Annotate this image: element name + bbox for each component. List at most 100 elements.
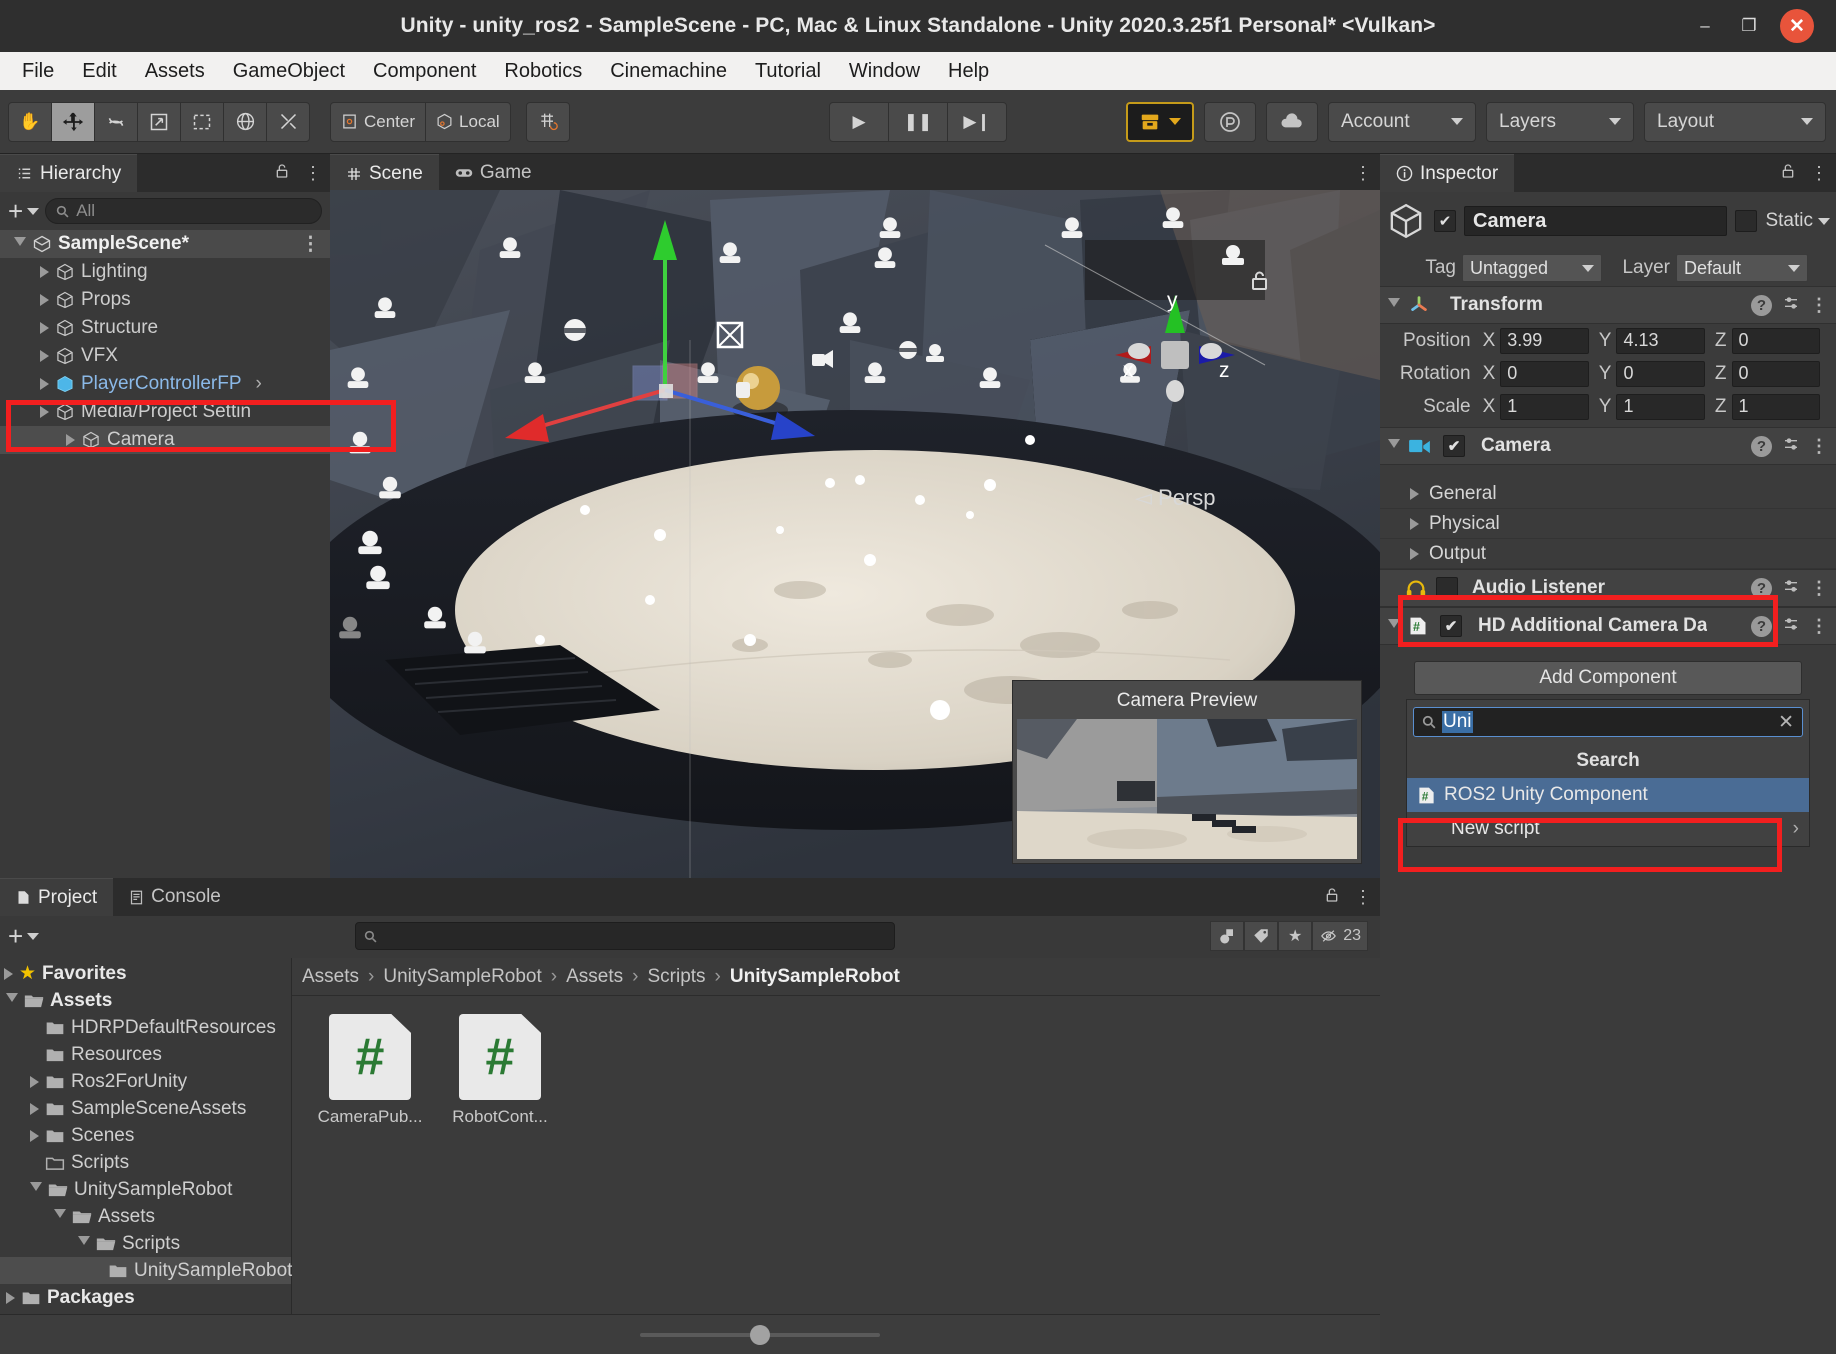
scale-tool-icon[interactable] <box>137 101 181 142</box>
audio-listener-menu-icon[interactable]: ⋮ <box>1810 578 1828 599</box>
scene-viewport[interactable]: x z y ◅ Persp Camera Preview <box>330 190 1380 878</box>
camera-section-general[interactable]: General <box>1380 479 1836 509</box>
services-button[interactable] <box>1204 101 1256 142</box>
layer-dropdown[interactable]: Default <box>1676 254 1808 282</box>
hierarchy-item-playercontrollerfp[interactable]: PlayerControllerFP › <box>0 370 330 398</box>
foldout-closed-icon[interactable] <box>30 1129 39 1142</box>
project-menu-icon[interactable]: ⋮ <box>1354 887 1372 908</box>
foldout-closed-icon[interactable] <box>40 322 49 334</box>
project-hidden-toggle[interactable]: 23 <box>1312 921 1368 951</box>
breadcrumb-item[interactable]: UnitySampleRobot <box>383 966 541 988</box>
hierarchy-search-input[interactable]: All <box>45 198 322 224</box>
foldout-open-icon[interactable] <box>6 993 18 1008</box>
hierarchy-item-vfx[interactable]: VFX <box>0 342 330 370</box>
rotate-tool-icon[interactable] <box>94 101 138 142</box>
tab-hierarchy[interactable]: Hierarchy <box>0 154 138 192</box>
project-folder-ros2forunity[interactable]: Ros2ForUnity <box>0 1068 291 1095</box>
layout-dropdown[interactable]: Layout <box>1644 101 1826 142</box>
favorites-row[interactable]: ★ Favorites <box>0 960 291 987</box>
preset-icon[interactable] <box>1782 578 1800 599</box>
breadcrumb-item[interactable]: Scripts <box>647 966 705 988</box>
camera-enabled-checkbox[interactable]: ✔ <box>1443 435 1465 457</box>
hd-camera-enabled-checkbox[interactable]: ✔ <box>1440 615 1462 637</box>
foldout-closed-icon[interactable] <box>40 378 49 390</box>
hierarchy-item-samplescene[interactable]: SampleScene* ⋮ <box>0 230 330 258</box>
menu-help[interactable]: Help <box>934 56 1003 87</box>
lock-icon[interactable] <box>274 162 290 185</box>
foldout-closed-icon[interactable] <box>6 1291 15 1304</box>
project-lock-icon[interactable] <box>1324 886 1340 909</box>
audio-listener-header[interactable]: Audio Listener ? ⋮ <box>1380 569 1836 607</box>
collab-button[interactable] <box>1126 101 1194 142</box>
hierarchy-item-props[interactable]: Props <box>0 286 330 314</box>
camera-menu-icon[interactable]: ⋮ <box>1810 436 1828 457</box>
preset-icon[interactable] <box>1782 295 1800 316</box>
zoom-slider-knob[interactable] <box>750 1324 770 1345</box>
help-icon[interactable]: ? <box>1751 615 1772 637</box>
chevron-right-icon[interactable]: › <box>256 373 262 395</box>
account-dropdown[interactable]: Account <box>1328 101 1476 142</box>
preset-icon[interactable] <box>1782 436 1800 457</box>
menu-robotics[interactable]: Robotics <box>490 56 596 87</box>
clear-search-icon[interactable]: ✕ <box>1778 711 1794 734</box>
camera-foldout-icon[interactable] <box>1388 438 1400 454</box>
hierarchy-item-lighting[interactable]: Lighting <box>0 258 330 286</box>
hierarchy-menu-icon[interactable]: ⋮ <box>304 163 322 184</box>
static-checkbox[interactable] <box>1735 210 1758 232</box>
help-icon[interactable]: ? <box>1751 577 1772 599</box>
foldout-closed-icon[interactable] <box>40 294 49 306</box>
play-button[interactable]: ▶ <box>829 101 889 142</box>
foldout-open-icon[interactable] <box>54 1209 66 1224</box>
menu-gameobject[interactable]: GameObject <box>219 56 359 87</box>
foldout-open-icon[interactable] <box>78 1236 90 1251</box>
add-component-button[interactable]: Add Component <box>1414 661 1802 695</box>
foldout-closed-icon[interactable] <box>40 266 49 278</box>
menu-file[interactable]: File <box>8 56 68 87</box>
favorite-filter-icon[interactable]: ★ <box>1278 921 1313 951</box>
camera-section-output[interactable]: Output <box>1380 539 1836 569</box>
project-folder-assets[interactable]: Assets <box>0 987 291 1014</box>
pause-button[interactable]: ❚❚ <box>888 101 948 142</box>
add-component-new-script[interactable]: New script › <box>1407 812 1809 846</box>
help-icon[interactable]: ? <box>1751 435 1772 457</box>
scale-y-field[interactable]: 1 <box>1616 393 1705 420</box>
project-folder-scenes[interactable]: Scenes <box>0 1122 291 1149</box>
foldout-closed-icon[interactable] <box>30 1102 39 1115</box>
tab-scene[interactable]: Scene <box>330 154 439 192</box>
zoom-slider[interactable] <box>640 1324 880 1345</box>
project-folder-samplesceneassets[interactable]: SampleSceneAssets <box>0 1095 291 1122</box>
project-search-input[interactable] <box>354 922 895 950</box>
help-icon[interactable]: ? <box>1751 294 1772 316</box>
layers-dropdown[interactable]: Layers <box>1486 101 1634 142</box>
minimize-button[interactable]: – <box>1692 13 1718 39</box>
menu-cinemachine[interactable]: Cinemachine <box>596 56 741 87</box>
hd-camera-data-header[interactable]: # ✔ HD Additional Camera Da ? ⋮ <box>1380 607 1836 645</box>
scale-z-field[interactable]: 1 <box>1731 393 1820 420</box>
transform-foldout-icon[interactable] <box>1388 297 1400 313</box>
tab-game[interactable]: Game <box>438 154 548 192</box>
foldout-closed-icon[interactable] <box>40 406 49 418</box>
scene-menu-icon[interactable]: ⋮ <box>1354 163 1372 184</box>
project-folder-assets[interactable]: Assets <box>0 1203 291 1230</box>
menu-window[interactable]: Window <box>835 56 934 87</box>
position-x-field[interactable]: 3.99 <box>1500 327 1589 354</box>
favorites-foldout-icon[interactable] <box>4 967 13 980</box>
project-folder-hdrpdefaultresources[interactable]: HDRPDefaultResources <box>0 1014 291 1041</box>
inspector-lock-icon[interactable] <box>1780 162 1796 185</box>
pivot-rotation-button[interactable]: Local <box>425 101 511 142</box>
rotation-x-field[interactable]: 0 <box>1500 360 1589 387</box>
grid-snap-icon[interactable] <box>525 101 570 142</box>
project-folder-unitysamplerobot[interactable]: UnitySampleRobot <box>0 1176 291 1203</box>
project-folder-packages[interactable]: Packages <box>0 1284 291 1311</box>
foldout-open-icon[interactable] <box>14 236 26 252</box>
object-name-field[interactable]: Camera <box>1464 206 1728 236</box>
project-add-button[interactable]: + <box>8 921 40 952</box>
foldout-closed-icon[interactable] <box>66 434 75 446</box>
transform-component-header[interactable]: Transform ? ⋮ <box>1380 286 1836 324</box>
project-folder-scripts[interactable]: Scripts <box>0 1149 291 1176</box>
menu-assets[interactable]: Assets <box>131 56 219 87</box>
maximize-button[interactable]: ❐ <box>1736 13 1762 39</box>
inspector-menu-icon[interactable]: ⋮ <box>1810 163 1828 184</box>
hand-tool-icon[interactable]: ✋ <box>8 101 52 142</box>
audio-listener-checkbox[interactable] <box>1436 577 1458 599</box>
